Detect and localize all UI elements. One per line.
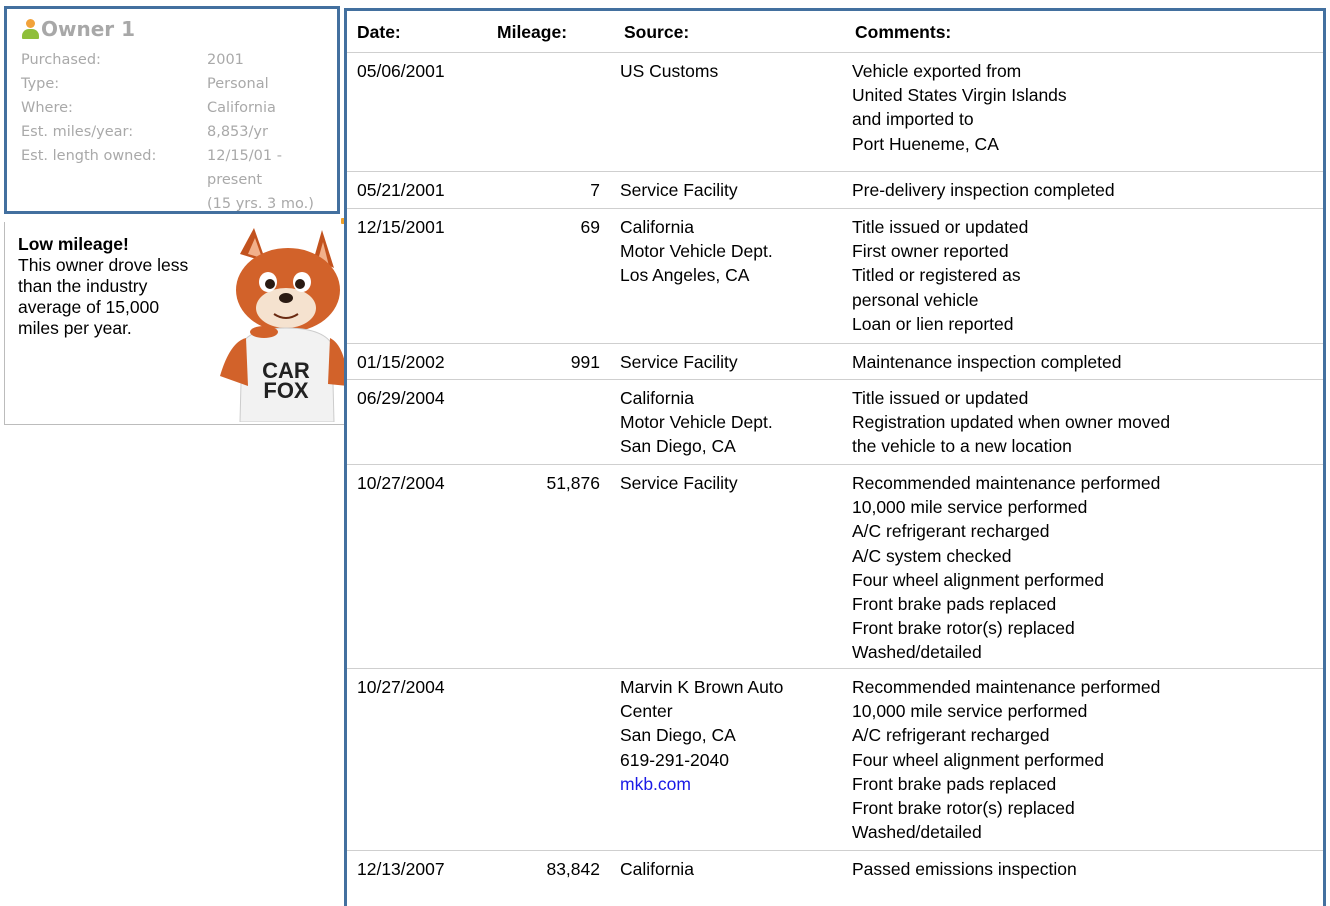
svg-text:FOX: FOX: [263, 378, 309, 403]
low-mileage-callout: Low mileage! This owner drove less than …: [4, 218, 348, 425]
type-label: Type:: [21, 76, 60, 92]
low-mileage-body: This owner drove less than the industry …: [18, 255, 189, 338]
row-date: 05/06/2001: [357, 61, 445, 81]
purchased-label: Purchased:: [21, 52, 101, 68]
row-comments: Title issued or updated First owner repo…: [852, 217, 1029, 334]
row-mileage: 83,842: [546, 859, 600, 879]
purchased-value: 2001: [207, 52, 244, 68]
source-text: Marvin K Brown Auto Center San Diego, CA…: [620, 677, 784, 770]
column-header-mileage: Mileage:: [497, 22, 568, 42]
row-comments: Title issued or updated Registration upd…: [852, 388, 1171, 457]
length-owned-value-line2: present: [207, 172, 263, 188]
person-icon: [21, 18, 39, 40]
miles-per-year-value: 8,853/yr: [207, 124, 268, 140]
row-source: California: [620, 859, 694, 879]
owner-title: Owner 1: [21, 17, 135, 41]
row-date: 10/27/2004: [357, 677, 445, 697]
table-row: 10/27/2004 51,876 Service Facility Recom…: [347, 464, 1323, 671]
carfox-mascot-icon: CAR FOX: [220, 228, 348, 422]
table-row: 06/29/2004 California Motor Vehicle Dept…: [347, 379, 1323, 467]
length-owned-value: 12/15/01 -: [207, 148, 282, 164]
row-mileage: 51,876: [546, 473, 600, 493]
row-date: 12/15/2001: [357, 217, 445, 237]
row-date: 12/13/2007: [357, 859, 445, 879]
table-row: 12/15/2001 69 California Motor Vehicle D…: [347, 208, 1323, 346]
row-comments: Passed emissions inspection: [852, 859, 1077, 879]
dealer-website-link[interactable]: mkb.com: [620, 774, 691, 794]
vehicle-history-table: Date: Mileage: Source: Comments: 05/06/2…: [344, 8, 1326, 906]
row-comments: Recommended maintenance performed 10,000…: [852, 473, 1161, 663]
row-date: 01/15/2002: [357, 352, 445, 372]
row-source: Service Facility: [620, 352, 738, 372]
row-mileage: 991: [570, 352, 600, 372]
table-header: Date: Mileage: Source: Comments:: [347, 11, 1323, 51]
miles-per-year-label: Est. miles/year:: [21, 124, 134, 140]
row-mileage: 7: [590, 180, 600, 200]
type-value: Personal: [207, 76, 269, 92]
owner-summary-panel: Owner 1 Purchased: 2001 Type: Personal W…: [4, 6, 340, 214]
row-source: Marvin K Brown Auto Center San Diego, CA…: [620, 675, 783, 796]
column-header-comments: Comments:: [855, 22, 952, 42]
row-comments: Recommended maintenance performed 10,000…: [852, 677, 1161, 843]
row-source: Service Facility: [620, 473, 738, 493]
row-date: 10/27/2004: [357, 473, 445, 493]
row-date: 06/29/2004: [357, 388, 445, 408]
table-row: 05/06/2001 US Customs Vehicle exported f…: [347, 52, 1323, 173]
column-header-source: Source:: [624, 22, 690, 42]
low-mileage-text: Low mileage! This owner drove less than …: [18, 234, 203, 339]
low-mileage-heading: Low mileage!: [18, 234, 129, 254]
row-source: US Customs: [620, 61, 719, 81]
length-owned-label: Est. length owned:: [21, 148, 157, 164]
where-label: Where:: [21, 100, 73, 116]
owner-heading: Owner 1: [41, 17, 136, 41]
length-owned-duration: (15 yrs. 3 mo.): [207, 196, 314, 212]
row-date: 05/21/2001: [357, 180, 445, 200]
table-row: 10/27/2004 Marvin K Brown Auto Center Sa…: [347, 668, 1323, 853]
row-comments: Pre-delivery inspection completed: [852, 180, 1115, 200]
column-header-date: Date:: [357, 22, 401, 42]
where-value: California: [207, 100, 276, 116]
table-row: 01/15/2002 991 Service Facility Maintena…: [347, 343, 1323, 382]
row-source: Service Facility: [620, 180, 738, 200]
row-comments: Maintenance inspection completed: [852, 352, 1122, 372]
table-row: 05/21/2001 7 Service Facility Pre-delive…: [347, 171, 1323, 211]
row-source: California Motor Vehicle Dept. Los Angel…: [620, 217, 773, 286]
row-comments: Vehicle exported from United States Virg…: [852, 61, 1067, 154]
row-source: California Motor Vehicle Dept. San Diego…: [620, 388, 773, 457]
row-mileage: 69: [580, 217, 600, 237]
